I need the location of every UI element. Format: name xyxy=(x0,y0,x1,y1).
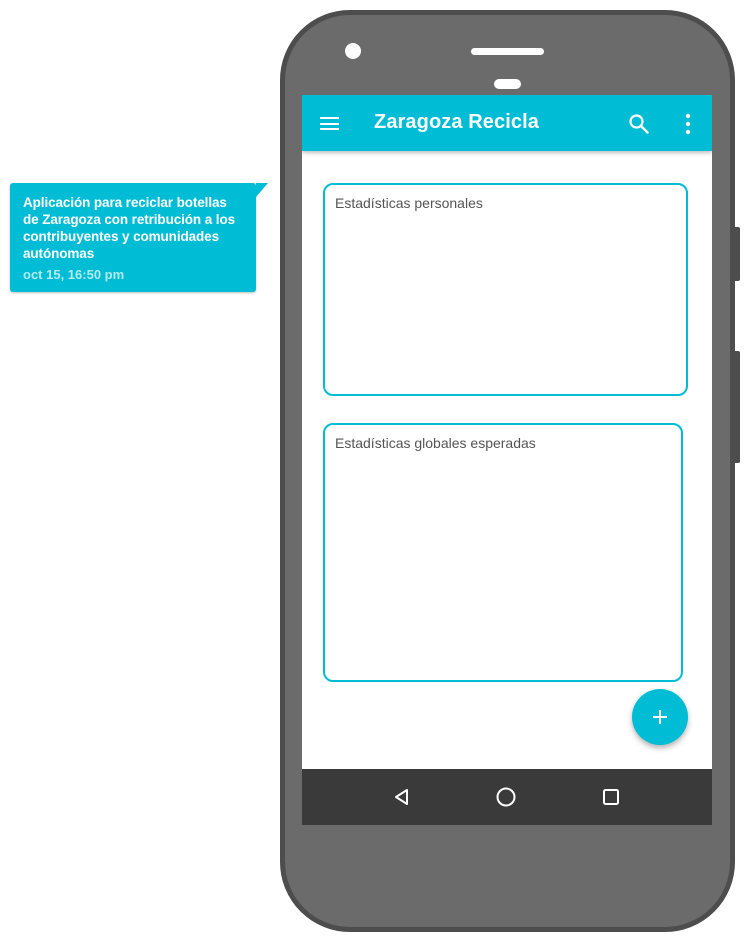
phone-frame: Zaragoza Recicla Estadísticas personales… xyxy=(280,10,740,932)
personal-stats-label: Estadísticas personales xyxy=(335,195,483,211)
system-nav-bar xyxy=(302,769,712,825)
earpiece-speaker xyxy=(471,48,544,55)
comment-timestamp: oct 15, 16:50 pm xyxy=(23,267,125,282)
add-button[interactable] xyxy=(632,689,688,745)
add-icon xyxy=(653,710,667,724)
app-title: Zaragoza Recicla xyxy=(374,111,540,133)
global-stats-card: Estadísticas globales esperadas xyxy=(323,423,683,682)
comment-text: Aplicación para reciclar botellas de Zar… xyxy=(23,195,235,261)
search-icon[interactable] xyxy=(628,113,650,135)
home-icon[interactable] xyxy=(495,786,517,808)
more-vert-icon[interactable] xyxy=(678,113,698,135)
phone-screen: Zaragoza Recicla Estadísticas personales… xyxy=(302,95,712,825)
comment-bubble: Aplicación para reciclar botellas de Zar… xyxy=(10,183,268,292)
menu-icon[interactable] xyxy=(320,117,339,130)
mockup-canvas: Aplicación para reciclar botellas de Zar… xyxy=(0,0,745,942)
power-button xyxy=(735,351,740,463)
back-icon[interactable] xyxy=(392,786,414,808)
proximity-sensor xyxy=(494,79,521,89)
front-camera xyxy=(345,43,361,59)
personal-stats-card: Estadísticas personales xyxy=(323,183,688,396)
volume-button xyxy=(735,227,740,281)
app-bar: Zaragoza Recicla xyxy=(302,95,712,151)
global-stats-label: Estadísticas globales esperadas xyxy=(335,435,536,451)
recents-icon[interactable] xyxy=(600,786,622,808)
